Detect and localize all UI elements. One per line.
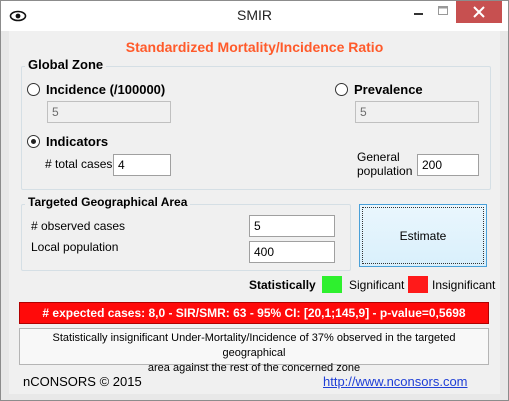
estimate-button[interactable]: Estimate <box>359 204 487 267</box>
incidence-input[interactable]: 5 <box>47 101 171 123</box>
close-button[interactable] <box>456 1 502 23</box>
legend-significant: Significant <box>349 278 405 292</box>
maximize-icon <box>431 1 455 23</box>
estimate-focus-rect <box>362 207 484 264</box>
indicators-radio-label: Indicators <box>46 134 109 149</box>
minimize-icon <box>406 1 430 23</box>
summary-box: Statistically insignificant Under-Mortal… <box>19 328 489 374</box>
local-population-input[interactable]: 400 <box>249 241 335 263</box>
indicators-radio[interactable]: Indicators <box>27 134 108 149</box>
prevalence-radio[interactable]: Prevalence <box>335 82 423 97</box>
summary-line-1: Statistically insignificant Under-Mortal… <box>52 332 456 359</box>
incidence-radio[interactable]: Incidence (/100000) <box>27 82 165 97</box>
incidence-radio-circle[interactable] <box>27 83 40 96</box>
general-population-input[interactable]: 200 <box>417 154 479 176</box>
incidence-radio-label: Incidence (/100000) <box>46 82 166 97</box>
observed-cases-input[interactable]: 5 <box>249 215 335 237</box>
global-zone-label: Global Zone <box>25 57 107 72</box>
result-bar: # expected cases: 8,0 - SIR/SMR: 63 - 95… <box>19 302 489 324</box>
targeted-area-label: Targeted Geographical Area <box>25 195 191 209</box>
local-population-label: Local population <box>31 240 119 254</box>
main-panel: Standardized Mortality/Incidence Ratio G… <box>9 31 500 394</box>
total-cases-input[interactable]: 4 <box>113 154 171 176</box>
general-population-label-line1: General <box>357 150 400 164</box>
legend-title: Statistically <box>249 278 316 292</box>
title-bar: SMIR <box>1 1 508 31</box>
observed-cases-label: # observed cases <box>31 219 126 233</box>
indicators-radio-circle[interactable] <box>27 135 40 148</box>
app-window: SMIR Standardized Mortality/Incidence Ra… <box>0 0 509 401</box>
legend-insignificant: Insignificant <box>432 278 496 292</box>
insignificant-swatch <box>408 276 428 293</box>
prevalence-radio-label: Prevalence <box>354 82 423 97</box>
website-link[interactable]: http://www.nconsors.com <box>323 374 468 389</box>
radio-selected-dot <box>31 139 36 144</box>
copyright-text: nCONSORS © 2015 <box>23 374 142 389</box>
general-population-label-line2: population <box>357 164 413 178</box>
prevalence-input[interactable]: 5 <box>355 101 479 123</box>
prevalence-radio-circle[interactable] <box>335 83 348 96</box>
total-cases-label: # total cases <box>45 157 113 171</box>
significant-swatch <box>322 276 342 293</box>
maximize-button[interactable] <box>431 1 455 23</box>
general-population-label: General population <box>357 150 412 178</box>
page-title: Standardized Mortality/Incidence Ratio <box>125 39 384 55</box>
close-icon <box>456 1 502 23</box>
minimize-button[interactable] <box>406 1 430 23</box>
